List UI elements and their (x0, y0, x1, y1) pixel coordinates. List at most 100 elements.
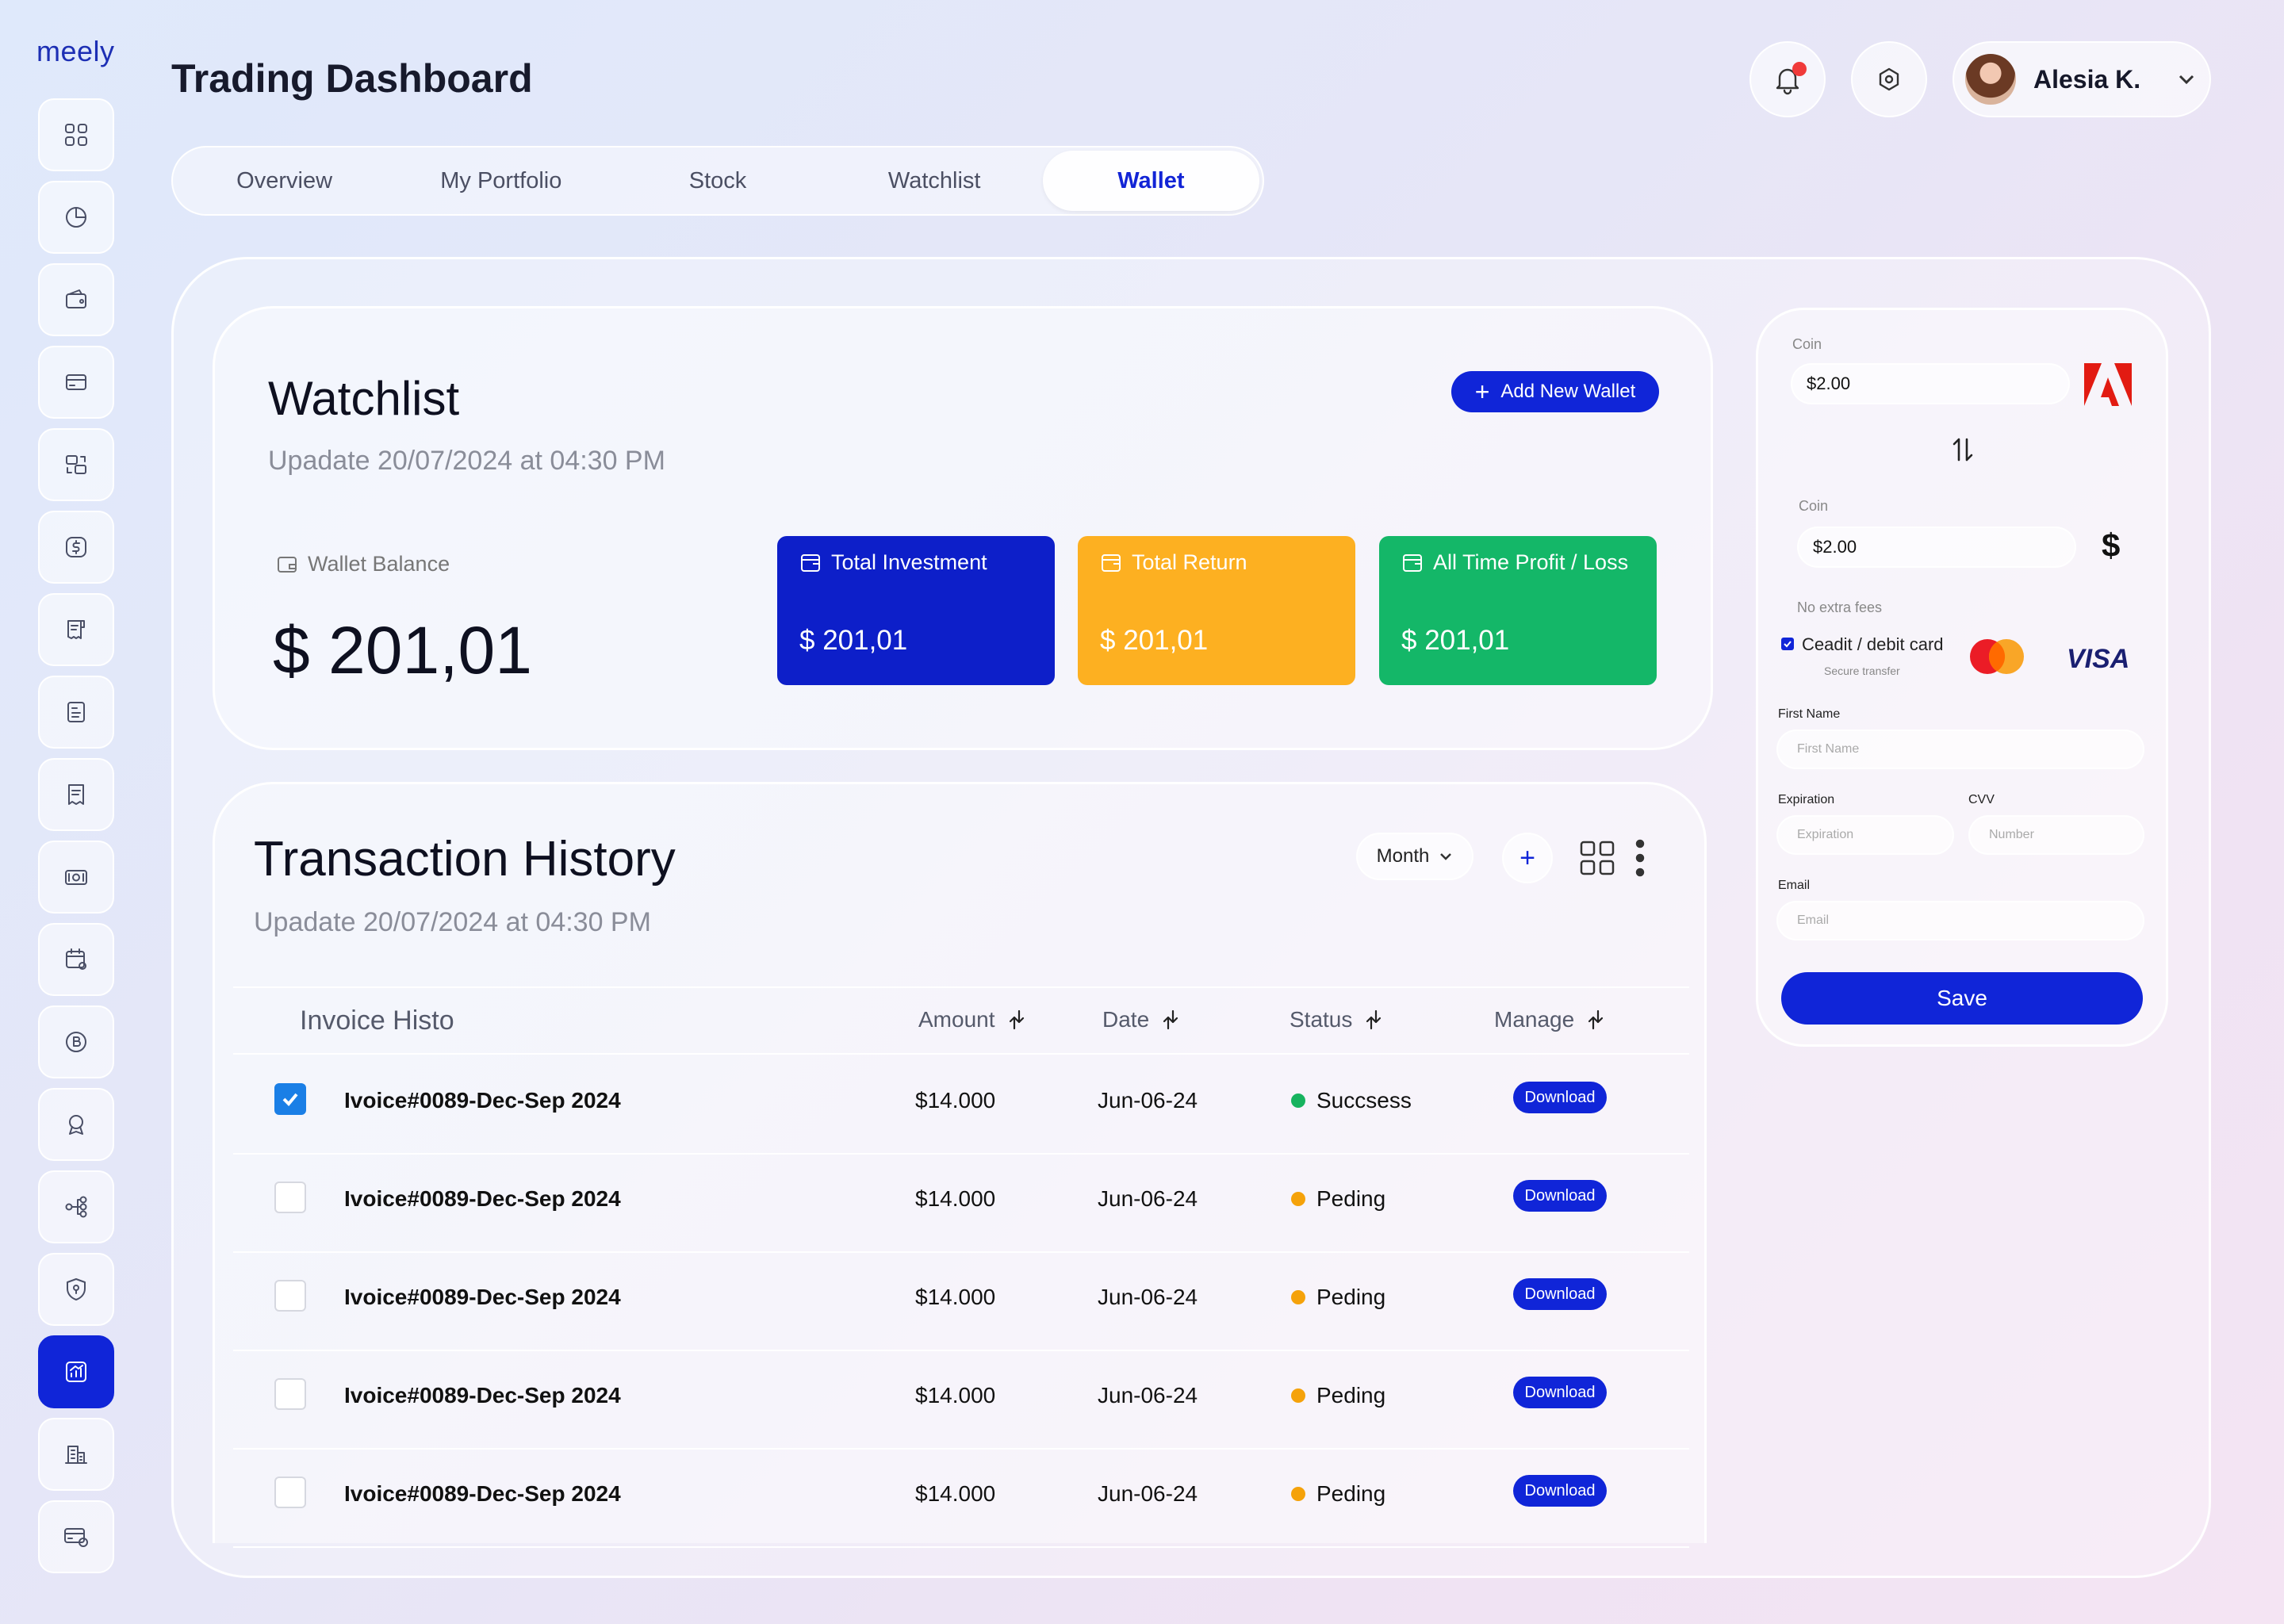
invoice-date: Jun-06-24 (1098, 1383, 1198, 1408)
tab-bar: Overview My Portfolio Stock Watchlist Wa… (171, 146, 1264, 216)
check-icon (1784, 641, 1792, 648)
column-manage[interactable]: Manage (1494, 1007, 1608, 1032)
download-button[interactable]: Download (1513, 1082, 1607, 1113)
card-option-label: Ceadit / debit card (1802, 634, 1944, 654)
sidebar-item-trading[interactable] (38, 1335, 114, 1408)
column-date[interactable]: Date (1102, 1007, 1182, 1032)
sidebar-item-dashboard[interactable] (38, 98, 114, 171)
first-name-field[interactable]: First Name (1776, 730, 2144, 769)
row-checkbox[interactable] (274, 1378, 306, 1410)
sidebar-item-invoices[interactable] (38, 758, 114, 831)
sidebar-item-wallet[interactable] (38, 263, 114, 336)
email-field[interactable]: Email (1776, 901, 2144, 940)
sidebar-item-security[interactable] (38, 1253, 114, 1326)
sidebar-item-currency[interactable] (38, 511, 114, 584)
table-row[interactable]: Ivoice#0089-Dec-Sep 2024 $14.000 Jun-06-… (233, 1058, 1689, 1155)
swap-icon[interactable] (1951, 436, 1975, 463)
transaction-update-time: Upadate 20/07/2024 at 04:30 PM (254, 907, 651, 937)
tab-my-portfolio[interactable]: My Portfolio (393, 151, 609, 211)
table-row[interactable]: Ivoice#0089-Dec-Sep 2024 $14.000 Jun-06-… (233, 1353, 1689, 1450)
download-button[interactable]: Download (1513, 1278, 1607, 1310)
status-text: Peding (1316, 1186, 1386, 1211)
page-title: Trading Dashboard (171, 56, 533, 101)
invoice-name: Ivoice#0089-Dec-Sep 2024 (344, 1088, 621, 1113)
app-logo[interactable]: meely (36, 35, 115, 68)
column-amount[interactable]: Amount (918, 1007, 1029, 1032)
hexagon-settings-icon (1879, 67, 1899, 91)
user-menu[interactable]: Alesia K. (1953, 41, 2211, 117)
tab-wallet[interactable]: Wallet (1042, 151, 1260, 211)
expiration-field[interactable]: Expiration (1776, 815, 1954, 855)
more-options-button[interactable] (1627, 837, 1653, 879)
watchlist-update-time: Upadate 20/07/2024 at 04:30 PM (268, 446, 665, 476)
coin-icon (66, 1032, 86, 1052)
sidebar-item-documents[interactable] (38, 676, 114, 749)
visa-logo: VISA (2067, 644, 2130, 674)
wallet-balance-label: Wallet Balance (276, 552, 450, 576)
total-return-value: $ 201,01 (1100, 625, 1209, 656)
download-button[interactable]: Download (1513, 1180, 1607, 1212)
grid-view-button[interactable] (1578, 839, 1616, 877)
sidebar-item-building[interactable] (38, 1418, 114, 1491)
settings-button[interactable] (1851, 41, 1927, 117)
add-transaction-button[interactable]: + (1502, 833, 1553, 883)
card-option-checkbox[interactable] (1781, 638, 1794, 650)
wallet-icon (801, 553, 820, 572)
sidebar-item-rewards[interactable] (38, 1088, 114, 1161)
table-row[interactable]: Ivoice#0089-Dec-Sep 2024 $14.000 Jun-06-… (233, 1254, 1689, 1351)
wallet-balance-label-text: Wallet Balance (308, 552, 450, 576)
sidebar-item-cards[interactable] (38, 346, 114, 419)
sidebar-item-network[interactable] (38, 1170, 114, 1243)
total-return-label: Total Return (1132, 550, 1247, 574)
total-investment-card[interactable]: Total Investment $ 201,01 (777, 536, 1055, 685)
row-checkbox[interactable] (274, 1477, 306, 1508)
notifications-button[interactable] (1749, 41, 1826, 117)
tab-overview[interactable]: Overview (176, 151, 393, 211)
sidebar-item-coin[interactable] (38, 1005, 114, 1078)
wallet-icon (278, 556, 297, 573)
add-new-wallet-button[interactable]: + Add New Wallet (1451, 371, 1659, 412)
invoice-name: Ivoice#0089-Dec-Sep 2024 (344, 1383, 621, 1408)
download-button[interactable]: Download (1513, 1377, 1607, 1408)
sidebar-item-transfer[interactable] (38, 428, 114, 501)
coin-input-1[interactable]: $2.00 (1791, 363, 2070, 404)
coin-input-2[interactable]: $2.00 (1797, 527, 2076, 568)
profit-loss-value: $ 201,01 (1401, 625, 1510, 656)
chart-icon (66, 1362, 86, 1382)
tab-watchlist[interactable]: Watchlist (826, 151, 1043, 211)
status-text: Peding (1316, 1383, 1386, 1408)
status-dot (1291, 1192, 1305, 1206)
mastercard-logo-icon (1970, 639, 2024, 674)
invoice-name: Ivoice#0089-Dec-Sep 2024 (344, 1481, 621, 1506)
cvv-field[interactable]: Number (1968, 815, 2144, 855)
profit-loss-card[interactable]: All Time Profit / Loss $ 201,01 (1379, 536, 1657, 685)
status-dot (1291, 1388, 1305, 1403)
table-row[interactable]: Ivoice#0089-Dec-Sep 2024 $14.000 Jun-06-… (233, 1156, 1689, 1253)
row-checkbox[interactable] (274, 1182, 306, 1213)
avatar (1965, 54, 2016, 105)
table-row[interactable]: Ivoice#0089-Dec-Sep 2024 $14.000 Jun-06-… (233, 1451, 1689, 1548)
tab-stock[interactable]: Stock (609, 151, 826, 211)
sidebar-item-payments[interactable] (38, 1500, 114, 1573)
chevron-down-icon (2179, 75, 2194, 85)
sidebar-item-analytics[interactable] (38, 181, 114, 254)
month-filter-dropdown[interactable]: Month (1356, 833, 1473, 880)
grid-icon (65, 124, 87, 146)
row-checkbox[interactable] (274, 1083, 306, 1115)
sidebar-item-calendar[interactable] (38, 923, 114, 996)
column-status[interactable]: Status (1290, 1007, 1385, 1032)
download-button[interactable]: Download (1513, 1475, 1607, 1507)
credit-card-icon (66, 374, 86, 390)
save-button[interactable]: Save (1781, 972, 2143, 1025)
invoice-name: Ivoice#0089-Dec-Sep 2024 (344, 1285, 621, 1309)
row-checkbox[interactable] (274, 1280, 306, 1312)
sidebar-item-cash[interactable] (38, 841, 114, 914)
sort-icon (1163, 1009, 1178, 1030)
invoice-status: Peding (1291, 1186, 1385, 1212)
notification-dot (1792, 62, 1807, 76)
status-dot (1291, 1487, 1305, 1501)
total-return-card[interactable]: Total Return $ 201,01 (1078, 536, 1355, 685)
sidebar-item-receipts[interactable] (38, 593, 114, 666)
invoice-date: Jun-06-24 (1098, 1481, 1198, 1506)
wallet-icon (1403, 553, 1422, 572)
